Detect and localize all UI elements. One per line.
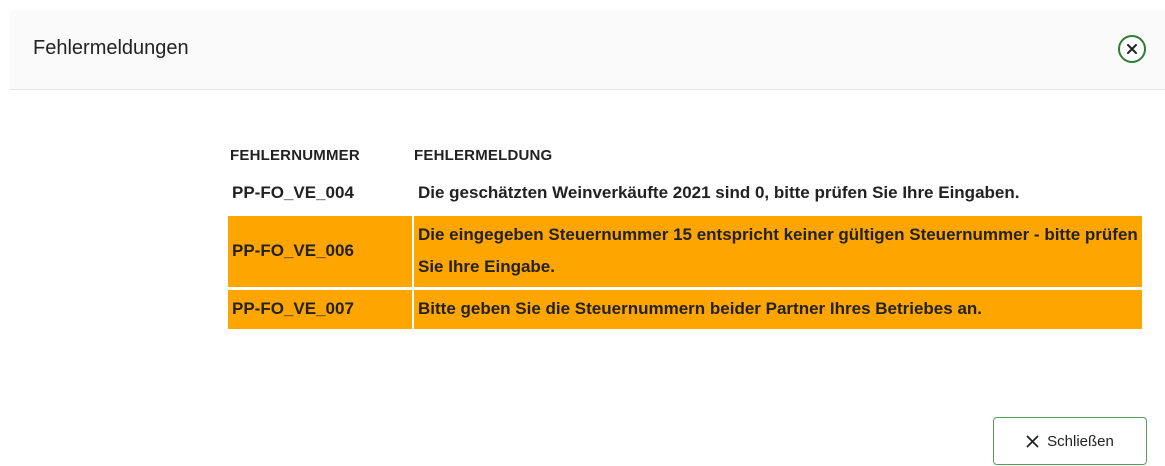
dialog-header: Fehlermeldungen — [10, 10, 1165, 90]
close-button-label: Schließen — [1047, 432, 1114, 450]
error-code: PP-FO_VE_006 — [228, 216, 412, 287]
close-dialog-button[interactable] — [1118, 35, 1146, 63]
error-dialog: Fehlermeldungen FEHLERNUMMER FEHLERMELDU… — [0, 0, 1165, 466]
x-icon — [1026, 435, 1039, 447]
error-message: Die eingegeben Steuernummer 15 entsprich… — [412, 216, 1142, 287]
error-code: PP-FO_VE_004 — [232, 183, 354, 202]
column-header-message: FEHLERMELDUNG — [414, 147, 553, 164]
error-code: PP-FO_VE_007 — [228, 290, 412, 329]
error-message: Die geschätzten Weinverkäufte 2021 sind … — [418, 183, 1020, 202]
table-row: PP-FO_VE_006 Die eingegeben Steuernummer… — [228, 216, 1142, 287]
table-row: PP-FO_VE_007 Bitte geben Sie die Steuern… — [228, 290, 1142, 329]
table-header-row: FEHLERNUMMER FEHLERMELDUNG — [228, 146, 1142, 171]
table-row: PP-FO_VE_004 Die geschätzten Weinverkäuf… — [228, 174, 1142, 213]
dialog-title: Fehlermeldungen — [33, 37, 189, 59]
column-header-code: FEHLERNUMMER — [230, 147, 360, 164]
close-circle-icon — [1127, 44, 1137, 54]
close-button[interactable]: Schließen — [993, 417, 1147, 465]
error-table: FEHLERNUMMER FEHLERMELDUNG PP-FO_VE_004 … — [228, 143, 1142, 332]
error-message: Bitte geben Sie die Steuernummern beider… — [412, 290, 1142, 329]
